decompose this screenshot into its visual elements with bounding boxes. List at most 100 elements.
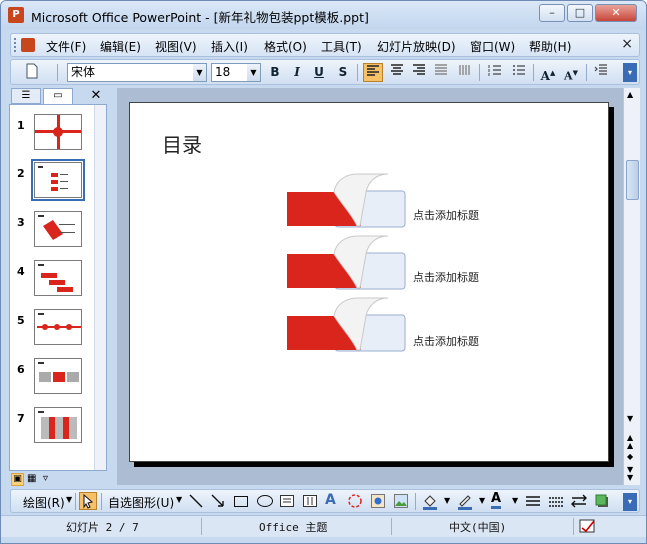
distribute-icon[interactable]	[431, 63, 451, 82]
draw-menu-button[interactable]: 绘图(R)	[23, 494, 65, 511]
toc-item-graphic[interactable]	[287, 173, 407, 229]
slide-title[interactable]: 目录	[162, 129, 202, 158]
formatting-toolbar: 宋体 ▼ 18 ▼ B I U S A▲ A▼ ▾	[10, 59, 640, 85]
rectangle-icon[interactable]	[233, 493, 249, 512]
font-size-combo[interactable]: 18 ▼	[211, 63, 261, 82]
thumb-number: 6	[17, 363, 25, 376]
font-name-value: 宋体	[71, 65, 96, 79]
scroll-up-icon[interactable]: ▲	[627, 90, 633, 99]
slide-thumbnail-1[interactable]	[34, 114, 82, 150]
toc-item-graphic[interactable]	[287, 235, 407, 291]
menu-window[interactable]: 窗口(W)	[470, 38, 515, 55]
status-separator	[573, 518, 574, 535]
line-color-icon[interactable]	[456, 493, 474, 514]
chevron-down-icon[interactable]: ▼	[176, 495, 182, 504]
decrease-font-icon[interactable]: A▼	[561, 63, 581, 83]
vertical-text-icon[interactable]	[455, 63, 475, 82]
slide[interactable]: 目录 点击添加标题 点击添加标题 点击添加标题	[129, 102, 609, 462]
numbered-list-icon[interactable]	[485, 63, 505, 82]
slides-tab-icon[interactable]: ▭	[43, 88, 73, 105]
drawing-toolbar: 绘图(R) ▼ 自选图形(U) ▼ A ▼ ▼ A ▼ ▾	[10, 489, 640, 513]
slideshow-icon[interactable]: ▿	[43, 473, 48, 484]
menu-format[interactable]: 格式(O)	[264, 38, 307, 55]
menu-slideshow[interactable]: 幻灯片放映(D)	[377, 38, 456, 55]
toc-item-label[interactable]: 点击添加标题	[413, 207, 479, 223]
scrollbar-thumb[interactable]	[626, 160, 639, 200]
increase-font-icon[interactable]: A▲	[538, 63, 558, 83]
scroll-down-icon[interactable]: ▼	[627, 414, 633, 423]
thumb-number: 3	[17, 216, 25, 229]
italic-button[interactable]: I	[288, 63, 306, 82]
slide-thumbnail-5[interactable]	[34, 309, 82, 345]
document-icon[interactable]	[21, 38, 35, 52]
minimize-button[interactable]: –	[539, 4, 565, 22]
menu-view[interactable]: 视图(V)	[155, 38, 197, 55]
menu-tools[interactable]: 工具(T)	[321, 38, 362, 55]
restore-button[interactable]: □	[567, 4, 593, 22]
toc-item-label[interactable]: 点击添加标题	[413, 333, 479, 349]
arrow-style-icon[interactable]	[571, 493, 587, 512]
chevron-down-icon[interactable]: ▼	[479, 496, 485, 505]
bullet-list-icon[interactable]	[509, 63, 529, 82]
toc-item-label[interactable]: 点击添加标题	[413, 269, 479, 285]
align-center-icon[interactable]	[387, 63, 407, 82]
slide-thumbnail-3[interactable]	[34, 211, 82, 247]
chevron-down-icon[interactable]: ▼	[444, 496, 450, 505]
chevron-down-icon[interactable]: ▼	[512, 496, 518, 505]
toolbar-options-icon[interactable]: ▾	[623, 493, 637, 511]
line-style-icon[interactable]	[525, 493, 541, 512]
slide-sorter-icon[interactable]: ▦	[27, 473, 36, 484]
chevron-down-icon[interactable]: ▼	[193, 64, 206, 81]
bold-button[interactable]: B	[266, 63, 284, 82]
toc-item-graphic[interactable]	[287, 297, 407, 353]
picture-icon[interactable]	[393, 493, 409, 512]
wordart-icon[interactable]: A	[325, 492, 336, 508]
vertical-textbox-icon[interactable]	[302, 493, 318, 512]
chevron-down-icon[interactable]: ▼	[247, 64, 260, 81]
previous-slide-icon[interactable]: ▲ ▲	[627, 434, 633, 450]
document-close-button[interactable]: ×	[621, 36, 633, 52]
autoshapes-button[interactable]: 自选图形(U)	[108, 494, 174, 511]
slide-thumbnail-6[interactable]	[34, 358, 82, 394]
outline-tab-icon[interactable]: ☰	[11, 88, 41, 104]
shadow-style-icon[interactable]	[594, 493, 610, 512]
underline-button[interactable]: U	[310, 63, 328, 82]
arrow-icon[interactable]	[210, 493, 226, 512]
close-button[interactable]: ✕	[595, 4, 637, 22]
diagram-icon[interactable]	[347, 493, 363, 512]
chevron-down-icon[interactable]: ▼	[66, 495, 72, 504]
line-icon[interactable]	[188, 493, 204, 512]
align-left-icon[interactable]	[363, 63, 383, 82]
window-title: Microsoft Office PowerPoint - [新年礼物包装ppt…	[31, 10, 369, 25]
pane-tabs: ☰ ▭ ✕	[9, 88, 107, 105]
select-pointer-icon[interactable]	[79, 492, 97, 510]
pane-scrollbar[interactable]	[94, 105, 106, 470]
menu-file[interactable]: 文件(F)	[46, 38, 86, 55]
dash-style-icon[interactable]	[548, 493, 564, 512]
font-name-combo[interactable]: 宋体 ▼	[67, 63, 207, 82]
oval-icon[interactable]	[256, 493, 274, 512]
next-slide-icon[interactable]: ▼ ▼	[627, 466, 633, 482]
pane-close-icon[interactable]: ✕	[89, 88, 103, 104]
menu-help[interactable]: 帮助(H)	[529, 38, 571, 55]
new-document-icon[interactable]	[23, 63, 41, 82]
slide-thumbnail-7[interactable]	[34, 407, 82, 443]
menu-edit[interactable]: 编辑(E)	[100, 38, 141, 55]
fill-color-icon[interactable]	[421, 493, 439, 514]
shadow-button[interactable]: S	[334, 63, 352, 82]
clipart-icon[interactable]	[370, 493, 386, 512]
slide-thumbnail-2[interactable]	[31, 159, 85, 201]
align-right-icon[interactable]	[409, 63, 429, 82]
select-object-icon[interactable]: ◆	[627, 452, 633, 461]
indent-icon[interactable]	[591, 63, 611, 82]
font-color-icon[interactable]: A	[491, 491, 502, 509]
toolbar-options-icon[interactable]: ▾	[623, 63, 637, 82]
spelling-check-icon[interactable]	[578, 518, 598, 537]
toolbar-grip[interactable]	[14, 38, 18, 52]
normal-view-icon[interactable]: ▣	[11, 473, 24, 486]
powerpoint-app-icon[interactable]: P	[8, 7, 24, 23]
menu-insert[interactable]: 插入(I)	[211, 38, 248, 55]
slide-thumbnail-4[interactable]	[34, 260, 82, 296]
slide-scrollbar[interactable]: ▲ ▼ ▲ ▲ ◆ ▼ ▼	[623, 88, 640, 485]
textbox-icon[interactable]	[279, 493, 295, 512]
